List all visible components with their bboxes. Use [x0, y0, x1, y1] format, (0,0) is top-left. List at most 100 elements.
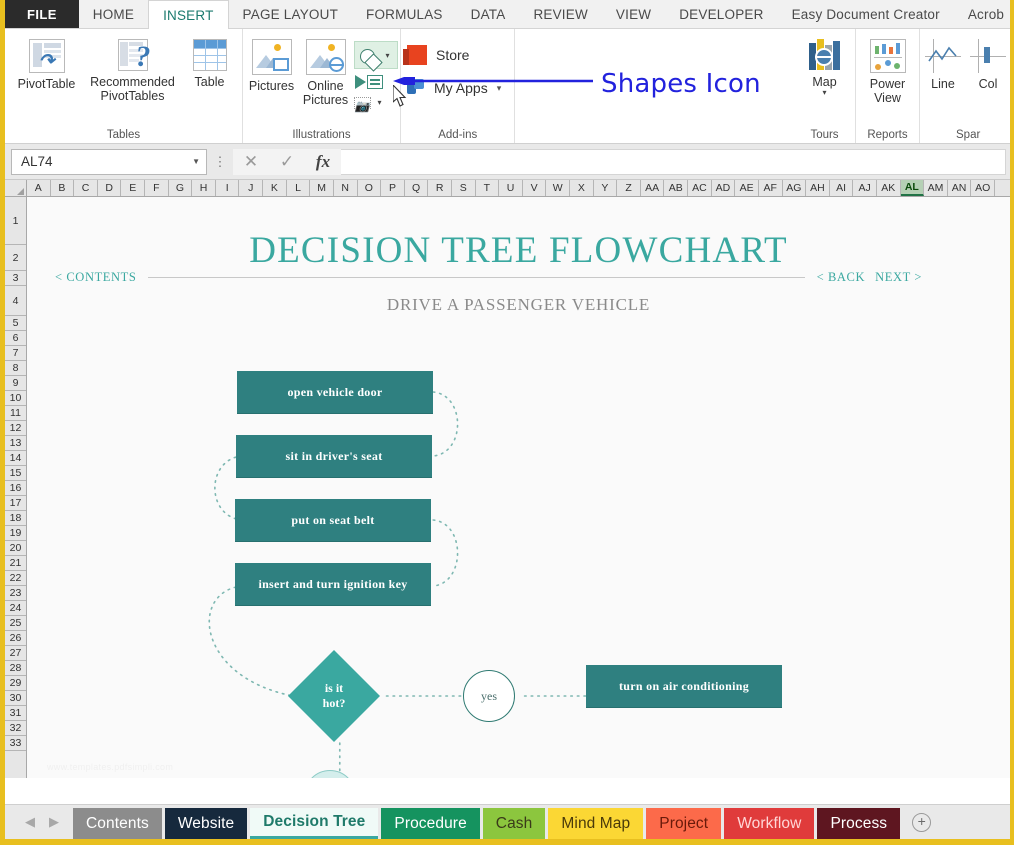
column-header-m[interactable]: M [310, 180, 334, 196]
screenshot-button[interactable]: 📷 ▾ [353, 95, 398, 112]
ribbon-tab-review[interactable]: REVIEW [519, 0, 601, 28]
sheet-tab-website[interactable]: Website [164, 808, 248, 839]
new-sheet-button[interactable]: + [912, 812, 932, 832]
column-header-k[interactable]: K [263, 180, 287, 196]
row-header-22[interactable]: 22 [5, 571, 26, 586]
row-header-13[interactable]: 13 [5, 436, 26, 451]
column-header-p[interactable]: P [381, 180, 405, 196]
sheet-tab-decision-tree[interactable]: Decision Tree [250, 808, 379, 839]
recommended-pivottables-button[interactable]: ? Recommended PivotTables [85, 35, 181, 103]
row-header-33[interactable]: 33 [5, 736, 26, 751]
sheet-tab-procedure[interactable]: Procedure [381, 808, 480, 839]
row-header-3[interactable]: 3 [5, 271, 26, 286]
column-header-s[interactable]: S [451, 180, 476, 196]
row-header-28[interactable]: 28 [5, 661, 26, 676]
ribbon-tab-file[interactable]: FILE [5, 0, 79, 28]
map-button[interactable]: Map ▾ [799, 35, 851, 98]
row-header-26[interactable]: 26 [5, 631, 26, 646]
pictures-button[interactable]: Pictures [246, 35, 298, 93]
sheet-tab-workflow[interactable]: Workflow [724, 808, 815, 839]
column-header-am[interactable]: AM [924, 180, 948, 196]
column-header-ah[interactable]: AH [806, 180, 830, 196]
column-header-ag[interactable]: AG [782, 180, 807, 196]
row-header-12[interactable]: 12 [5, 421, 26, 436]
sheet-tab-cash[interactable]: Cash [482, 808, 546, 839]
node-put-on-seat-belt[interactable]: put on seat belt [235, 499, 431, 541]
row-header-25[interactable]: 25 [5, 616, 26, 631]
row-header-20[interactable]: 20 [5, 541, 26, 556]
ribbon-tab-developer[interactable]: DEVELOPER [665, 0, 777, 28]
store-button[interactable]: Store [403, 45, 469, 65]
formula-bar-grip[interactable]: ⋮ [207, 154, 233, 170]
row-header-24[interactable]: 24 [5, 601, 26, 616]
column-header-b[interactable]: B [50, 180, 75, 196]
map-chevron-down-icon[interactable]: ▾ [822, 88, 826, 98]
node-insert-and-turn-ignition-key[interactable]: insert and turn ignition key [235, 563, 431, 605]
column-header-ab[interactable]: AB [664, 180, 689, 196]
column-header-aj[interactable]: AJ [853, 180, 877, 196]
ribbon-tab-home[interactable]: HOME [79, 0, 148, 28]
column-header-a[interactable]: A [27, 180, 51, 196]
pivottable-button[interactable]: ↷ PivotTable [11, 35, 83, 91]
sheet-tab-process[interactable]: Process [817, 808, 901, 839]
row-header-19[interactable]: 19 [5, 526, 26, 541]
row-header-15[interactable]: 15 [5, 466, 26, 481]
node-turn-on-air-conditioning[interactable]: turn on air conditioning [586, 665, 782, 707]
row-header-18[interactable]: 18 [5, 511, 26, 526]
column-header-aa[interactable]: AA [640, 180, 665, 196]
column-header-o[interactable]: O [357, 180, 382, 196]
column-header-x[interactable]: X [570, 180, 594, 196]
node-sit-in-drivers-seat[interactable]: sit in driver's seat [236, 435, 432, 477]
row-header-23[interactable]: 23 [5, 586, 26, 601]
column-header-t[interactable]: T [475, 180, 500, 196]
cancel-entry-button[interactable]: ✕ [233, 148, 269, 175]
row-header-8[interactable]: 8 [5, 361, 26, 376]
ribbon-tab-easy-document-creator[interactable]: Easy Document Creator [778, 0, 954, 28]
column-header-af[interactable]: AF [758, 180, 783, 196]
column-header-u[interactable]: U [499, 180, 523, 196]
row-header-7[interactable]: 7 [5, 346, 26, 361]
column-header-r[interactable]: R [428, 180, 452, 196]
row-header-31[interactable]: 31 [5, 706, 26, 721]
power-view-button[interactable]: Power View [861, 35, 915, 105]
column-header-ai[interactable]: AI [829, 180, 854, 196]
column-header-ao[interactable]: AO [971, 180, 995, 196]
row-header-1[interactable]: 1 [5, 197, 26, 245]
row-header-27[interactable]: 27 [5, 646, 26, 661]
ribbon-tab-data[interactable]: DATA [457, 0, 520, 28]
row-header-9[interactable]: 9 [5, 376, 26, 391]
row-header-21[interactable]: 21 [5, 556, 26, 571]
sparkline-column-button[interactable]: Col [967, 35, 1009, 91]
sparkline-line-button[interactable]: Line [921, 35, 965, 91]
sheet-tab-contents[interactable]: Contents [73, 808, 162, 839]
sheet-tab-project[interactable]: Project [646, 808, 722, 839]
chevron-down-icon[interactable]: ▾ [386, 51, 390, 60]
column-header-i[interactable]: I [215, 180, 240, 196]
column-header-v[interactable]: V [522, 180, 547, 196]
column-header-y[interactable]: Y [593, 180, 618, 196]
column-header-l[interactable]: L [286, 180, 311, 196]
column-header-ac[interactable]: AC [688, 180, 712, 196]
column-header-d[interactable]: D [97, 180, 122, 196]
ribbon-tab-acrobat[interactable]: Acrob [954, 0, 1010, 28]
smartart-button[interactable] [354, 73, 398, 91]
select-all-corner[interactable] [5, 180, 27, 196]
row-header-5[interactable]: 5 [5, 316, 26, 331]
screenshot-chevron-down-icon[interactable]: ▾ [378, 98, 382, 107]
column-header-h[interactable]: H [192, 180, 216, 196]
column-header-al[interactable]: AL [900, 180, 925, 196]
column-header-an[interactable]: AN [947, 180, 972, 196]
sheet-tab-mind-map[interactable]: Mind Map [548, 808, 644, 839]
sheet-canvas[interactable]: DECISION TREE FLOWCHART < CONTENTS < BAC… [27, 197, 1010, 778]
row-header-10[interactable]: 10 [5, 391, 26, 406]
column-header-ae[interactable]: AE [735, 180, 759, 196]
column-header-j[interactable]: J [239, 180, 264, 196]
shapes-button[interactable]: ▾ [353, 41, 398, 72]
row-header-4[interactable]: 4 [5, 286, 26, 316]
column-header-w[interactable]: W [546, 180, 571, 196]
row-header-16[interactable]: 16 [5, 481, 26, 496]
row-header-30[interactable]: 30 [5, 691, 26, 706]
row-header-29[interactable]: 29 [5, 676, 26, 691]
name-box[interactable]: AL74 ▼ [11, 148, 207, 175]
column-header-ak[interactable]: AK [876, 180, 901, 196]
